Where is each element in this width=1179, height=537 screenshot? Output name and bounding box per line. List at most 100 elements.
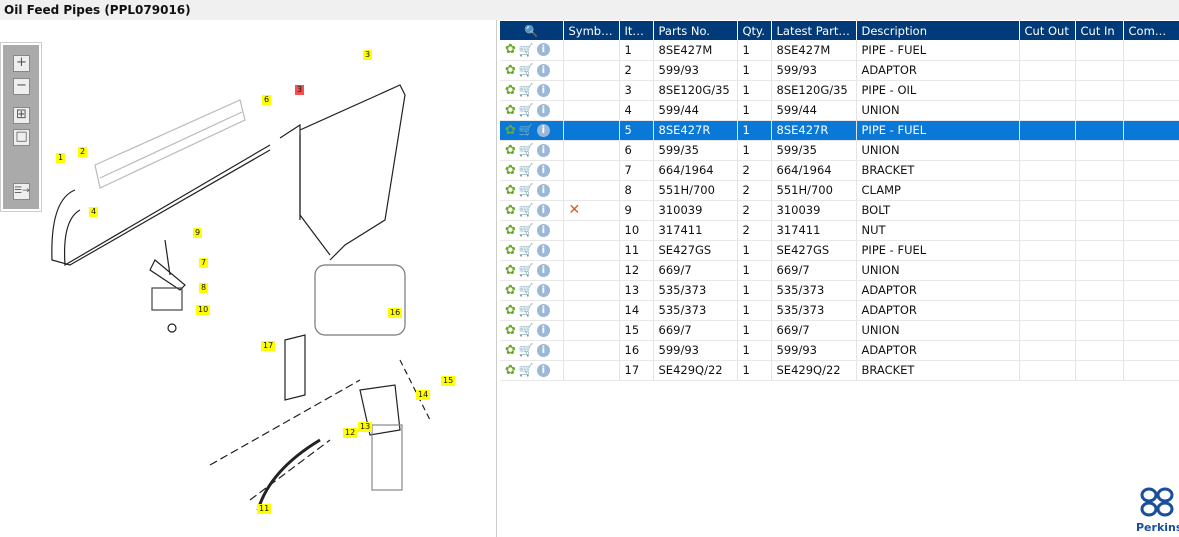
table-row[interactable]: ✿ 🛒 i 2 599/93 1 599/93 ADAPTOR xyxy=(500,60,1179,81)
callout-label[interactable]: 12 xyxy=(343,428,358,438)
cart-icon[interactable]: 🛒 xyxy=(519,183,534,197)
info-icon[interactable]: i xyxy=(536,243,550,257)
cart-icon[interactable]: 🛒 xyxy=(519,223,534,237)
cart-icon[interactable]: 🛒 xyxy=(519,263,534,277)
cart-icon[interactable]: 🛒 xyxy=(519,123,534,137)
gear-icon[interactable]: ✿ xyxy=(505,163,516,178)
gear-icon[interactable]: ✿ xyxy=(505,263,516,278)
table-row[interactable]: ✿ 🛒 i 14 535/373 1 535/373 ADAPTOR xyxy=(500,300,1179,321)
info-icon[interactable]: i xyxy=(536,203,550,217)
info-icon[interactable]: i xyxy=(536,183,550,197)
gear-icon[interactable]: ✿ xyxy=(505,363,516,378)
info-icon[interactable]: i xyxy=(536,303,550,317)
gear-icon[interactable]: ✿ xyxy=(505,243,516,258)
table-row[interactable]: ✿ 🛒 i 7 664/1964 2 664/1964 BRACKET xyxy=(500,160,1179,181)
info-icon[interactable]: i xyxy=(536,63,550,77)
info-icon[interactable]: i xyxy=(536,223,550,237)
cart-icon[interactable]: 🛒 xyxy=(519,283,534,297)
gear-icon[interactable]: ✿ xyxy=(505,42,516,57)
info-icon[interactable]: i xyxy=(536,43,550,57)
gear-icon[interactable]: ✿ xyxy=(505,323,516,338)
cart-icon[interactable]: 🛒 xyxy=(519,43,534,57)
info-icon[interactable]: i xyxy=(536,123,550,137)
info-icon[interactable]: i xyxy=(536,323,550,337)
table-row[interactable]: ✿ 🛒 i 12 669/7 1 669/7 UNION xyxy=(500,260,1179,281)
callout-label[interactable]: 8 xyxy=(199,283,209,293)
cart-icon[interactable]: 🛒 xyxy=(519,203,534,217)
callout-label[interactable]: 13 xyxy=(358,422,373,432)
zoom-out-button[interactable]: − xyxy=(13,78,30,95)
table-row[interactable]: ✿ 🛒 i 5 8SE427R 1 8SE427R PIPE - FUEL xyxy=(500,120,1179,141)
column-header[interactable]: Qty. xyxy=(737,21,772,40)
column-header[interactable]: Latest Part No. xyxy=(771,21,857,40)
column-header[interactable]: Cut Out xyxy=(1019,21,1076,40)
info-icon[interactable]: i xyxy=(536,163,550,177)
callout-label[interactable]: 14 xyxy=(416,390,431,400)
info-icon[interactable]: i xyxy=(536,83,550,97)
gear-icon[interactable]: ✿ xyxy=(505,343,516,358)
table-row[interactable]: ✿ 🛒 i 10 317411 2 317411 NUT xyxy=(500,220,1179,241)
gear-icon[interactable]: ✿ xyxy=(505,63,516,78)
table-row[interactable]: ✿ 🛒 i ✕ 9 310039 2 310039 BOLT xyxy=(500,200,1179,221)
callout-label[interactable]: 1 xyxy=(56,153,66,163)
gear-icon[interactable]: ✿ xyxy=(505,143,516,158)
callout-label[interactable]: 3 xyxy=(363,50,373,60)
cart-icon[interactable]: 🛒 xyxy=(519,243,534,257)
cart-icon[interactable]: 🛒 xyxy=(519,303,534,317)
callout-label[interactable]: 9 xyxy=(193,228,203,238)
callout-label[interactable]: 3 xyxy=(295,85,305,95)
callout-label[interactable]: 17 xyxy=(261,341,276,351)
table-row[interactable]: ✿ 🛒 i 6 599/35 1 599/35 UNION xyxy=(500,140,1179,161)
column-header[interactable]: Comment xyxy=(1123,21,1179,40)
zoom-in-button[interactable]: + xyxy=(13,55,30,72)
table-row[interactable]: ✿ 🛒 i 3 8SE120G/35 1 8SE120G/35 PIPE - OIL xyxy=(500,80,1179,101)
column-header[interactable]: Description xyxy=(856,21,1020,40)
gear-icon[interactable]: ✿ xyxy=(505,123,516,138)
header-search-icon[interactable]: 🔍 xyxy=(500,21,564,40)
info-icon[interactable]: i xyxy=(536,363,550,377)
gear-icon[interactable]: ✿ xyxy=(505,83,516,98)
table-row[interactable]: ✿ 🛒 i 13 535/373 1 535/373 ADAPTOR xyxy=(500,280,1179,301)
callout-label[interactable]: 11 xyxy=(257,504,272,514)
cart-icon[interactable]: 🛒 xyxy=(519,323,534,337)
cart-icon[interactable]: 🛒 xyxy=(519,83,534,97)
column-header[interactable]: Parts No. xyxy=(653,21,738,40)
cart-icon[interactable]: 🛒 xyxy=(519,103,534,117)
info-icon[interactable]: i xyxy=(536,263,550,277)
callout-label[interactable]: 10 xyxy=(196,305,211,315)
table-row[interactable]: ✿ 🛒 i 4 599/44 1 599/44 UNION xyxy=(500,100,1179,121)
gear-icon[interactable]: ✿ xyxy=(505,103,516,118)
cart-icon[interactable]: 🛒 xyxy=(519,63,534,77)
info-icon[interactable]: i xyxy=(536,283,550,297)
info-icon[interactable]: i xyxy=(536,103,550,117)
table-row[interactable]: ✿ 🛒 i 16 599/93 1 599/93 ADAPTOR xyxy=(500,340,1179,361)
table-row[interactable]: ✿ 🛒 i 17 SE429Q/22 1 SE429Q/22 BRACKET xyxy=(500,360,1179,381)
cart-icon[interactable]: 🛒 xyxy=(519,163,534,177)
toggle-panel-button[interactable]: ☰→ xyxy=(13,183,30,200)
callout-label[interactable]: 6 xyxy=(262,95,272,105)
gear-icon[interactable]: ✿ xyxy=(505,283,516,298)
column-header[interactable]: Cut In xyxy=(1075,21,1124,40)
info-icon[interactable]: i xyxy=(536,343,550,357)
diagram-panel[interactable]: + − ⊞ □ ☰→ 1 2 3 3 4 6 9 7 8 10 17 16 15 14 13 12 11 xyxy=(0,20,497,537)
callout-label[interactable]: 7 xyxy=(199,258,209,268)
gear-icon[interactable]: ✿ xyxy=(505,203,516,218)
callout-label[interactable]: 4 xyxy=(89,207,99,217)
gear-icon[interactable]: ✿ xyxy=(505,223,516,238)
callout-label[interactable]: 16 xyxy=(388,308,403,318)
cart-icon[interactable]: 🛒 xyxy=(519,363,534,377)
table-row[interactable]: ✿ 🛒 i 11 SE427GS 1 SE427GS PIPE - FUEL xyxy=(500,240,1179,261)
table-row[interactable]: ✿ 🛒 i 1 8SE427M 1 8SE427M PIPE - FUEL xyxy=(500,40,1179,61)
info-icon[interactable]: i xyxy=(536,143,550,157)
table-row[interactable]: ✿ 🛒 i 15 669/7 1 669/7 UNION xyxy=(500,320,1179,341)
column-header[interactable]: Item xyxy=(619,21,654,40)
gear-icon[interactable]: ✿ xyxy=(505,303,516,318)
callout-label[interactable]: 15 xyxy=(441,376,456,386)
gear-icon[interactable]: ✿ xyxy=(505,183,516,198)
table-row[interactable]: ✿ 🛒 i 8 551H/700 2 551H/700 CLAMP xyxy=(500,180,1179,201)
cart-icon[interactable]: 🛒 xyxy=(519,143,534,157)
callout-label[interactable]: 2 xyxy=(78,147,88,157)
cart-icon[interactable]: 🛒 xyxy=(519,343,534,357)
column-header[interactable]: Symbol... xyxy=(563,21,620,40)
fit-view-button[interactable]: ⊞ xyxy=(13,107,30,124)
